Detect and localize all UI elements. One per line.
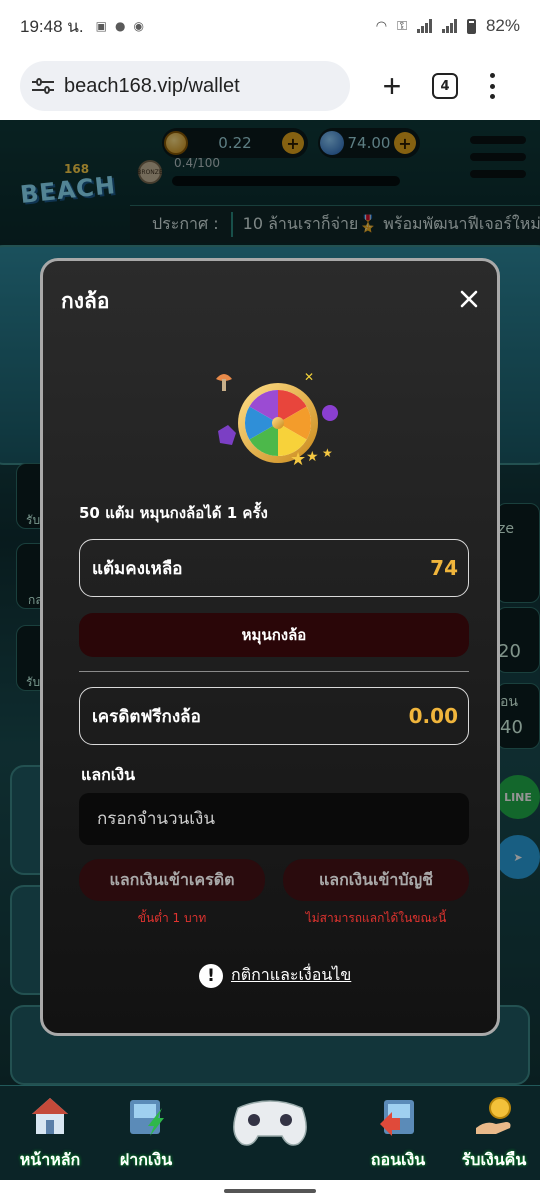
free-credit-value: 0.00 — [408, 704, 458, 728]
vpn-key-icon: ⚿ — [397, 18, 407, 34]
nav-deposit[interactable]: ฝากเงิน — [96, 1086, 196, 1181]
nav-deposit-label: ฝากเงิน — [119, 1150, 173, 1169]
close-icon[interactable] — [455, 285, 483, 313]
battery-level: 82% — [485, 16, 520, 35]
svg-text:★: ★ — [322, 446, 333, 460]
exchange-to-credit-button[interactable]: แลกเงินเข้าเครดิต — [79, 859, 265, 901]
status-bar: 19:48 น. ▣ ● ◉ ◠ ⚿ 82% — [0, 0, 540, 52]
withdraw-icon — [380, 1100, 414, 1136]
nav-cashback[interactable]: รับเงินคืน — [444, 1086, 540, 1181]
signal-icon — [416, 19, 432, 33]
svg-text:✕: ✕ — [304, 370, 314, 384]
cashback-icon — [476, 1097, 511, 1134]
url-text[interactable]: beach168.vip/wallet — [64, 75, 240, 98]
minimum-note: ขั้นต่ำ 1 บาท — [137, 911, 207, 925]
home-indicator[interactable] — [224, 1189, 316, 1193]
spin-rule-text: 50 แต้ม หมุนกงล้อได้ 1 ครั้ง — [79, 504, 268, 522]
nav-withdraw[interactable]: ถอนเงิน — [348, 1086, 448, 1181]
signal-icon-2 — [441, 19, 457, 33]
address-bar[interactable]: beach168.vip/wallet — [20, 61, 350, 111]
gallery-icon: ▣ — [95, 19, 107, 33]
site-settings-icon[interactable] — [32, 77, 54, 95]
gamepad-icon[interactable] — [228, 1088, 312, 1152]
svg-text:★: ★ — [306, 449, 319, 465]
svg-text:★: ★ — [290, 449, 306, 470]
points-value: 74 — [430, 556, 458, 580]
spin-wheel-button[interactable]: หมุนกงล้อ — [79, 613, 469, 657]
terms-link[interactable]: ! กติกาและเงื่อนไข — [199, 963, 351, 988]
unavailable-note: ไม่สามารถแลกได้ในขณะนี้ — [305, 911, 447, 925]
points-remaining-box: แต้มคงเหลือ 74 — [79, 539, 469, 597]
tab-switcher-button[interactable]: 4 — [432, 73, 458, 99]
browser-toolbar: beach168.vip/wallet + 4 — [0, 52, 540, 120]
headphones-icon: ◠ — [375, 18, 388, 34]
messenger-icon: ◉ — [133, 19, 144, 33]
browser-menu-button[interactable] — [486, 73, 498, 99]
house-icon — [32, 1098, 68, 1134]
info-exclamation-icon: ! — [199, 963, 223, 988]
deposit-icon — [130, 1100, 164, 1136]
exchange-label: แลกเงิน — [81, 765, 136, 784]
points-label: แต้มคงเหลือ — [92, 558, 183, 579]
free-credit-label: เครดิตฟรีกงล้อ — [92, 706, 201, 727]
battery-icon — [466, 18, 476, 34]
nav-withdraw-label: ถอนเงิน — [370, 1150, 426, 1169]
nav-home-label: หน้าหลัก — [19, 1150, 81, 1169]
exchange-amount-input[interactable] — [79, 793, 469, 845]
status-time: 19:48 น. — [20, 16, 84, 36]
new-tab-button[interactable]: + — [372, 66, 412, 106]
chat-icon: ● — [114, 19, 126, 33]
free-credit-box: เครดิตฟรีกงล้อ 0.00 — [79, 687, 469, 745]
prize-wheel-icon: ✕ ★ ★ ★ — [208, 361, 348, 481]
gesture-bar — [0, 1180, 540, 1200]
wheel-modal: กงล้อ ✕ ★ ★ ★ 50 แต้ม หมุนกงล้อได้ 1 ครั… — [40, 258, 500, 1036]
terms-link-text[interactable]: กติกาและเงื่อนไข — [231, 963, 351, 988]
section-divider — [79, 671, 469, 672]
nav-home[interactable]: หน้าหลัก — [0, 1086, 100, 1181]
exchange-to-account-button[interactable]: แลกเงินเข้าบัญชี — [283, 859, 469, 901]
modal-title: กงล้อ — [61, 289, 110, 313]
nav-cashback-label: รับเงินคืน — [461, 1150, 527, 1169]
